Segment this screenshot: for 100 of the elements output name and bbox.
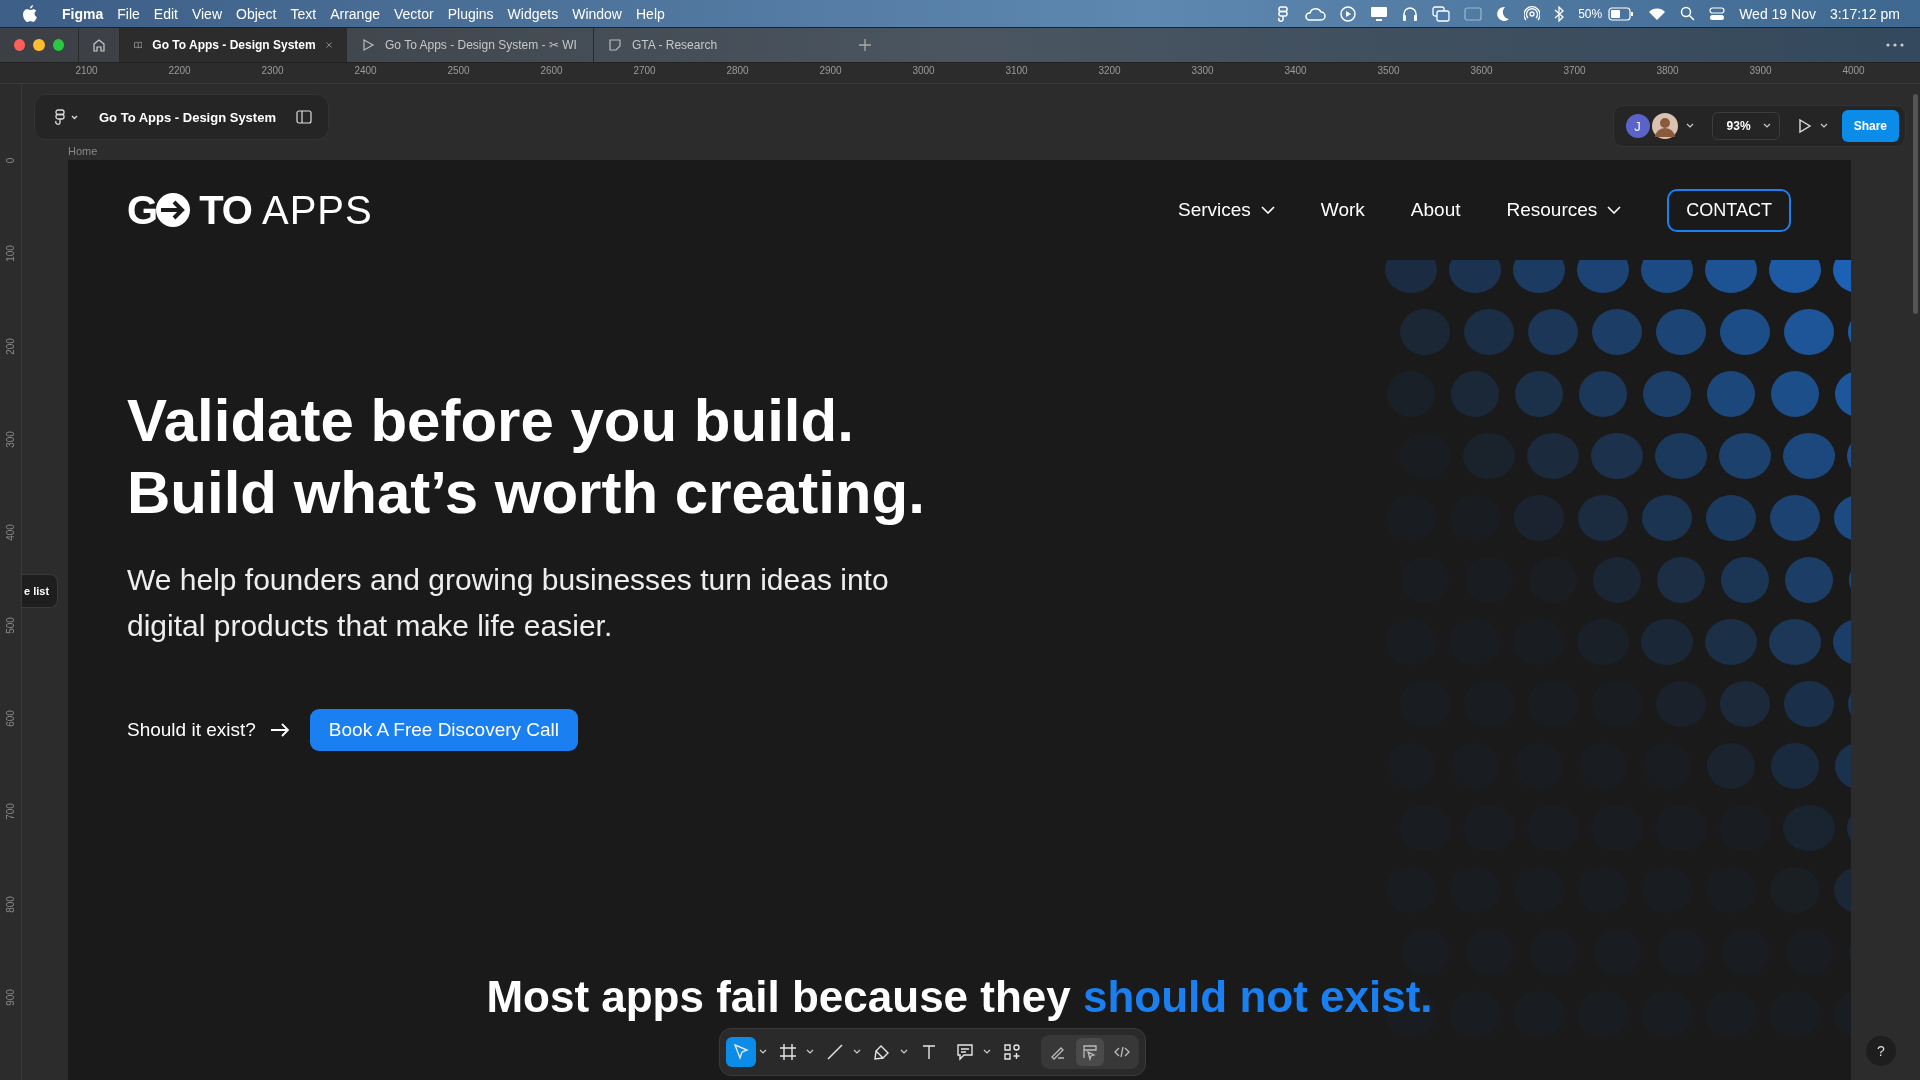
ruler-label: 2300	[260, 64, 285, 78]
headline: Build what’s worth creating.	[127, 458, 925, 528]
monitor-icon[interactable]	[1370, 5, 1389, 22]
scrollbar[interactable]	[1913, 94, 1918, 314]
menu-item[interactable]: Widgets	[507, 5, 559, 22]
discovery-call-button[interactable]: Book A Free Discovery Call	[309, 709, 579, 751]
menu-item[interactable]: Vector	[394, 5, 434, 22]
caret-icon[interactable]	[759, 1049, 767, 1055]
caret-icon[interactable]	[853, 1049, 861, 1055]
chevron-down-icon[interactable]	[1260, 206, 1275, 214]
bluetooth-icon[interactable]	[1554, 5, 1565, 22]
clock[interactable]: 3:17:12 pm	[1829, 5, 1900, 22]
figma-menu-icon[interactable]	[55, 109, 79, 125]
ruler-label: 3600	[1469, 64, 1494, 78]
menu-item[interactable]: Edit	[153, 5, 178, 22]
ruler-label: 2500	[446, 64, 471, 78]
ruler-label: 2900	[818, 64, 843, 78]
side-tab[interactable]: e list	[22, 574, 59, 608]
avatar-icon[interactable]	[1651, 113, 1678, 139]
new-tab-icon[interactable]	[858, 38, 872, 52]
caret-icon[interactable]	[900, 1049, 908, 1055]
apple-icon[interactable]	[22, 4, 38, 23]
panel-toggle-icon[interactable]	[295, 110, 312, 124]
battery-icon[interactable]	[1608, 6, 1635, 21]
ruler-label: 700	[5, 803, 16, 820]
nav-link[interactable]: About	[1410, 199, 1461, 221]
zoom-dropdown[interactable]: 93%	[1711, 112, 1780, 140]
contact-button[interactable]: CONTACT	[1667, 188, 1791, 232]
ruler-label: 3900	[1748, 64, 1773, 78]
menu-item[interactable]: Window	[572, 5, 622, 22]
logo-text[interactable]: APPS	[261, 187, 373, 233]
menu-item[interactable]: Help	[636, 5, 665, 22]
file-tab[interactable]: GTA - Research	[593, 28, 840, 62]
sticky-note-icon	[608, 38, 622, 52]
moon-icon[interactable]	[1496, 5, 1511, 22]
ruler-label: 300	[5, 431, 16, 448]
menu-item[interactable]: Plugins	[447, 5, 494, 22]
zoom-window-button[interactable]	[52, 39, 64, 51]
menu-item[interactable]: Arrange	[330, 5, 380, 22]
menu-item[interactable]: View	[191, 5, 222, 22]
ruler-label: 900	[5, 989, 16, 1006]
caret-icon[interactable]	[1819, 123, 1828, 129]
wifi-icon[interactable]	[1648, 6, 1667, 21]
arrow-circle-icon[interactable]	[155, 192, 192, 228]
file-tab[interactable]: Go To Apps - Design System	[119, 28, 346, 62]
tool-button[interactable]	[726, 1037, 756, 1067]
airdrop-icon[interactable]	[1524, 5, 1541, 22]
menu-item[interactable]: File	[117, 5, 140, 22]
ruler-label: 2100	[74, 64, 99, 78]
more-icon[interactable]	[1886, 43, 1904, 47]
ruler-label: 2700	[632, 64, 657, 78]
frame-label[interactable]: Home	[68, 145, 98, 157]
ruler-label: 500	[5, 617, 16, 634]
user-avatar[interactable]: J	[1625, 114, 1650, 138]
cloud-icon[interactable]	[1304, 5, 1327, 22]
arrow-right-icon[interactable]	[269, 723, 290, 737]
date[interactable]: Wed 19 Nov	[1739, 5, 1816, 22]
ruler-label: 0	[5, 157, 16, 164]
present-icon[interactable]	[1797, 118, 1812, 134]
help-button[interactable]: ?	[1866, 1036, 1896, 1066]
logo-text[interactable]: G	[127, 187, 158, 233]
ruler-label: 2400	[353, 64, 378, 78]
caret-icon[interactable]	[1685, 123, 1694, 129]
file-tab[interactable]: Go To Apps - Design System - ✂ WI	[346, 28, 593, 62]
nav-link[interactable]: Resources	[1506, 199, 1622, 221]
ruler-label: 800	[5, 896, 16, 913]
control-center-icon[interactable]	[1709, 5, 1726, 22]
app-menu[interactable]: Figma	[62, 5, 104, 22]
prompt-link[interactable]: Should it exist?	[127, 719, 256, 741]
minimize-window-button[interactable]	[33, 39, 45, 51]
caret-icon[interactable]	[806, 1049, 814, 1055]
logo-text[interactable]: TO	[199, 187, 252, 233]
share-button[interactable]: Share	[1841, 110, 1899, 142]
ruler-label: 2600	[539, 64, 564, 78]
close-window-button[interactable]	[14, 39, 26, 51]
caret-icon[interactable]	[1762, 123, 1771, 129]
mode-button[interactable]	[1076, 1038, 1104, 1066]
nav-link[interactable]: Work	[1320, 199, 1365, 221]
nav-link[interactable]: Services	[1178, 199, 1275, 221]
menu-item[interactable]: Object	[236, 5, 277, 22]
menu-item[interactable]: Text	[290, 5, 317, 22]
windows-icon[interactable]	[1432, 5, 1451, 22]
ruler-label: 3100	[1004, 64, 1029, 78]
headline: Validate before you build.	[127, 386, 854, 456]
figma-icon[interactable]	[1278, 5, 1291, 22]
play-icon	[361, 38, 375, 52]
ruler-label: 3200	[1097, 64, 1122, 78]
headphones-icon[interactable]	[1402, 5, 1419, 22]
caret-icon[interactable]	[983, 1049, 991, 1055]
ruler-label: 2200	[167, 64, 192, 78]
search-icon[interactable]	[1680, 6, 1696, 21]
ruler-label: 3300	[1190, 64, 1215, 78]
section-heading: Most apps fail because they should not exist.	[486, 974, 1433, 1020]
ruler-label: 4000	[1841, 64, 1866, 78]
play-icon[interactable]	[1340, 5, 1357, 22]
close-icon[interactable]	[325, 39, 332, 51]
chevron-down-icon[interactable]	[1607, 206, 1622, 214]
file-name[interactable]: Go To Apps - Design System	[99, 109, 276, 125]
ruler-label: 3500	[1376, 64, 1401, 78]
ruler-label: 3000	[911, 64, 936, 78]
